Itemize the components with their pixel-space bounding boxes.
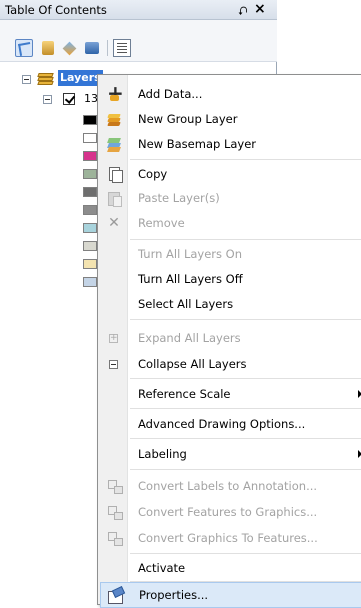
menu-item-label: New Group Layer <box>138 112 238 126</box>
menu-item-activate[interactable]: Activate <box>100 555 361 581</box>
menu-separator <box>130 378 361 379</box>
menu-item-label: Turn All Layers Off <box>138 272 243 286</box>
menu-item-label: Copy <box>138 167 168 181</box>
menu-item-advanced-drawing-options[interactable]: Advanced Drawing Options... <box>100 411 361 437</box>
menu-separator <box>130 159 361 160</box>
menu-item-label: Labeling <box>138 447 187 461</box>
paste-icon <box>106 190 122 207</box>
menu-item-label: Add Data... <box>138 87 203 101</box>
menu-item-label: Convert Features to Graphics... <box>138 505 318 519</box>
menu-item-expand-all-layers[interactable]: + Expand All Layers <box>100 325 361 351</box>
menu-item-convert-graphics-to-features[interactable]: Convert Graphics To Features... <box>100 525 361 551</box>
legend-swatch[interactable] <box>83 205 97 215</box>
menu-item-label: Remove <box>138 216 185 230</box>
menu-item-label: Turn All Layers On <box>138 247 242 261</box>
close-icon[interactable]: × <box>254 1 266 17</box>
menu-item-label: Activate <box>138 561 186 575</box>
menu-item-collapse-all-layers[interactable]: Collapse All Layers <box>100 351 361 377</box>
menu-item-label: Collapse All Layers <box>138 357 247 371</box>
menu-item-turn-all-layers-off[interactable]: Turn All Layers Off <box>100 266 361 292</box>
expand-icon: + <box>109 333 118 343</box>
list-by-selection-icon[interactable] <box>83 39 101 57</box>
menu-item-label: New Basemap Layer <box>138 137 257 151</box>
menu-item-convert-features-to-graphics[interactable]: Convert Features to Graphics... <box>100 499 361 525</box>
properties-icon <box>107 588 123 604</box>
menu-item-remove[interactable]: ✕ Remove <box>100 210 361 236</box>
menu-item-label: Convert Labels to Annotation... <box>138 479 318 493</box>
legend-swatch[interactable] <box>83 277 97 287</box>
menu-item-label: Properties... <box>139 588 209 602</box>
layers-root-label[interactable]: Layers <box>58 70 103 86</box>
toc-title: Table Of Contents <box>5 3 107 17</box>
menu-item-turn-all-layers-on[interactable]: Turn All Layers On <box>100 241 361 267</box>
menu-item-labeling[interactable]: Labeling <box>100 441 361 467</box>
collapse-icon <box>109 360 118 369</box>
convert-graphics-icon <box>106 530 123 546</box>
toc-title-bar: Table Of Contents ⮏ × <box>0 0 277 20</box>
options-icon[interactable] <box>113 39 131 57</box>
menu-item-label: Expand All Layers <box>138 331 241 345</box>
legend-swatch[interactable] <box>83 223 97 233</box>
context-menu: Add Data... New Group Layer New Basemap … <box>97 74 361 608</box>
menu-separator <box>130 469 361 470</box>
collapse-layer-icon[interactable] <box>43 95 52 104</box>
layer-name[interactable]: 13 <box>84 92 98 105</box>
legend-swatch[interactable] <box>83 259 97 269</box>
convert-features-icon <box>106 504 123 520</box>
menu-item-label: Reference Scale <box>138 387 231 401</box>
legend-swatch[interactable] <box>83 133 97 143</box>
menu-item-new-basemap-layer[interactable]: New Basemap Layer <box>100 131 361 157</box>
menu-item-properties[interactable]: Properties... <box>100 582 361 608</box>
layers-icon <box>37 73 54 86</box>
menu-item-label: Convert Graphics To Features... <box>138 531 318 545</box>
menu-item-convert-labels-to-annotation[interactable]: Convert Labels to Annotation... <box>100 473 361 499</box>
menu-item-copy[interactable]: Copy <box>100 161 361 187</box>
add-data-icon <box>106 81 124 105</box>
list-by-visibility-icon[interactable] <box>61 39 79 57</box>
legend-swatch[interactable] <box>83 169 97 179</box>
toolbar-divider <box>107 40 108 56</box>
menu-separator <box>130 438 361 439</box>
menu-item-label: Advanced Drawing Options... <box>138 417 306 431</box>
convert-labels-icon <box>106 478 123 494</box>
remove-icon: ✕ <box>108 215 120 231</box>
menu-separator <box>130 553 361 554</box>
layer-visibility-checkbox[interactable] <box>63 93 75 105</box>
menu-item-reference-scale[interactable]: Reference Scale <box>100 381 361 407</box>
legend-swatch[interactable] <box>83 151 97 161</box>
legend-swatch[interactable] <box>83 187 97 197</box>
menu-separator <box>130 239 361 240</box>
group-layer-icon <box>106 111 122 127</box>
list-by-drawing-order-icon[interactable] <box>15 39 33 57</box>
menu-item-paste-layers[interactable]: Paste Layer(s) <box>100 185 361 211</box>
menu-separator <box>130 319 361 320</box>
menu-item-new-group-layer[interactable]: New Group Layer <box>100 106 361 132</box>
menu-item-select-all-layers[interactable]: Select All Layers <box>100 291 361 317</box>
basemap-layer-icon <box>106 136 122 152</box>
menu-item-add-data[interactable]: Add Data... <box>100 81 361 107</box>
copy-icon <box>106 166 123 183</box>
menu-item-label: Select All Layers <box>138 297 234 311</box>
toc-toolbar <box>0 20 277 62</box>
menu-item-label: Paste Layer(s) <box>138 191 220 205</box>
legend-swatch[interactable] <box>83 115 97 125</box>
collapse-layers-icon[interactable] <box>22 75 31 84</box>
legend-swatch[interactable] <box>83 241 97 251</box>
list-by-source-icon[interactable] <box>39 39 57 57</box>
menu-separator <box>130 408 361 409</box>
